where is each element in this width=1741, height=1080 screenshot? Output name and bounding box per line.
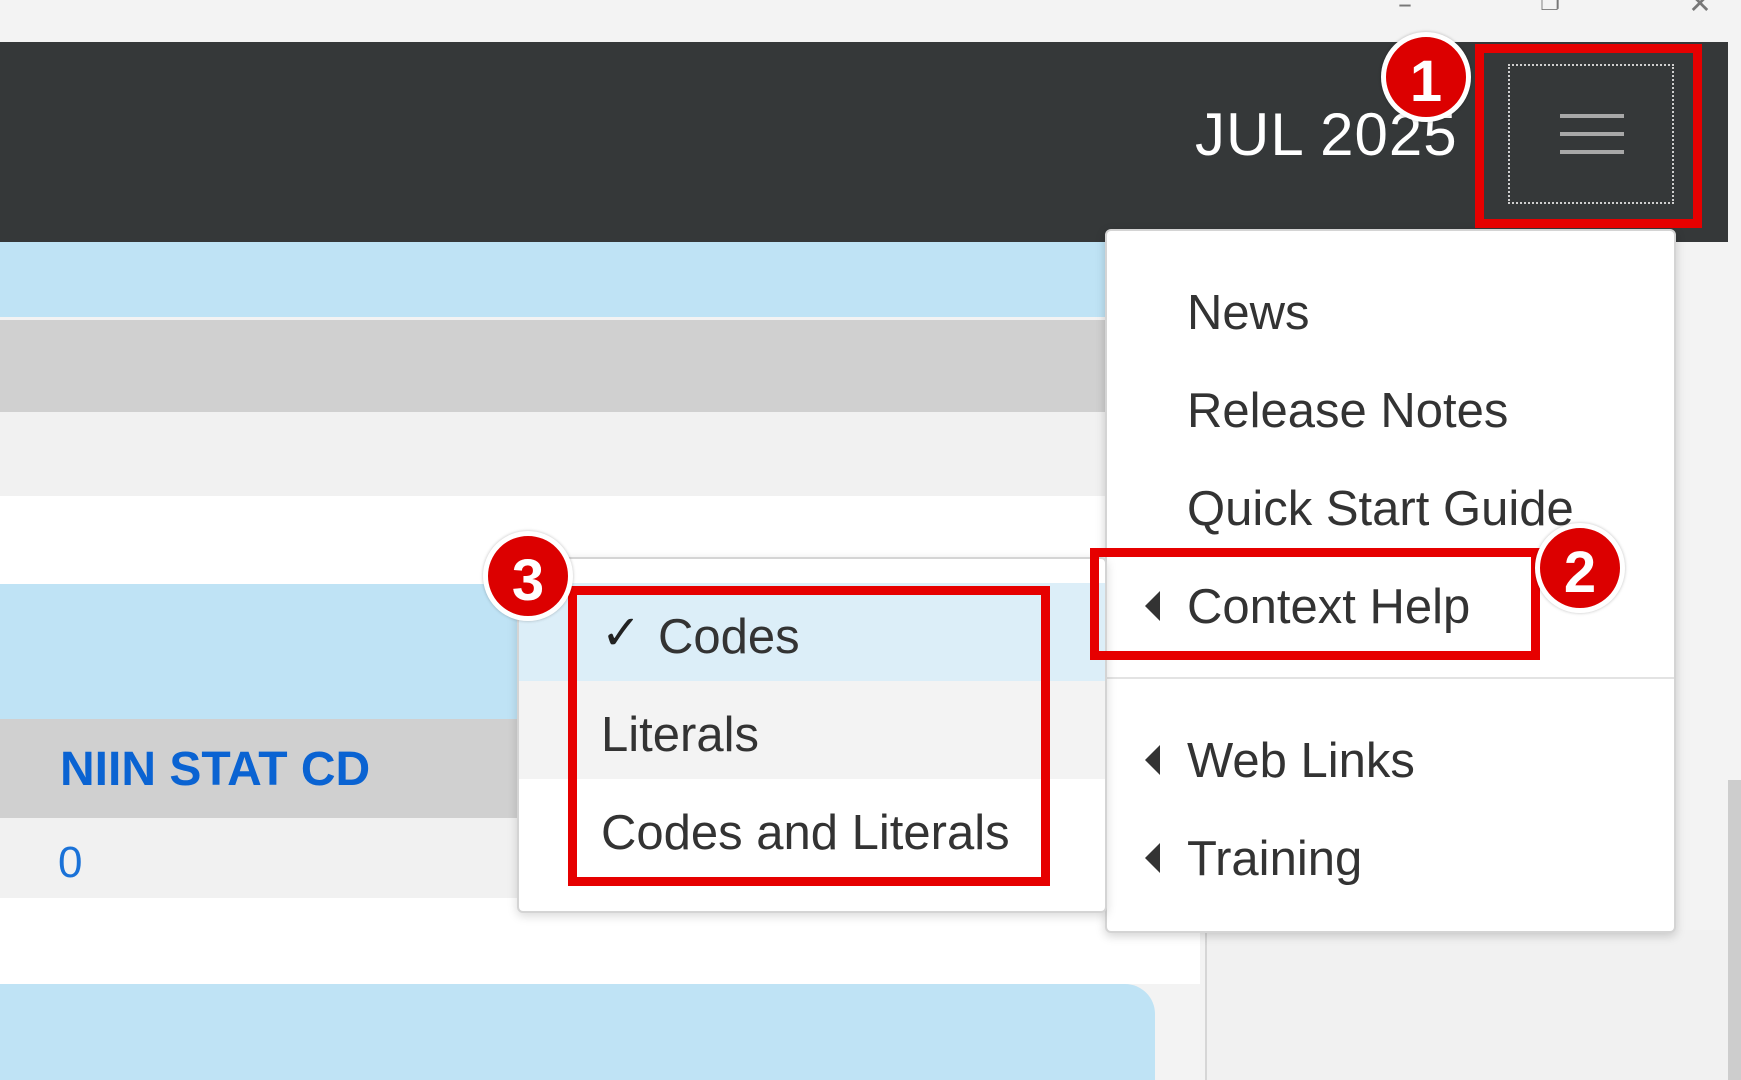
- restore-icon[interactable]: ❐: [1530, 0, 1570, 24]
- menu-item-quick-start-guide[interactable]: Quick Start Guide: [1187, 481, 1574, 537]
- annotation-badge-1: 1: [1381, 32, 1471, 122]
- annotation-badge-2: 2: [1535, 523, 1625, 613]
- right-panel: [1205, 930, 1741, 1080]
- section-subheader-band: [0, 320, 1105, 412]
- minimize-icon[interactable]: –: [1385, 0, 1425, 24]
- table-title-band: [0, 584, 545, 719]
- next-section-band: [0, 984, 1155, 1080]
- section-header-band: [0, 242, 1105, 317]
- menu-item-web-links[interactable]: Web Links: [1187, 733, 1415, 789]
- annotation-badge-3: 3: [483, 531, 573, 621]
- menu-item-release-notes[interactable]: Release Notes: [1187, 383, 1508, 439]
- window-titlebar: [0, 0, 1741, 42]
- vertical-scrollbar[interactable]: [1728, 780, 1741, 1080]
- annotation-box-3: [568, 586, 1050, 886]
- close-icon[interactable]: ✕: [1680, 0, 1720, 24]
- menu-divider: [1107, 677, 1674, 679]
- table-cell-value[interactable]: 0: [58, 838, 82, 888]
- column-header-niin-stat-cd[interactable]: NIIN STAT CD: [60, 742, 370, 797]
- caret-left-icon: [1145, 843, 1160, 873]
- annotation-box-2: [1090, 548, 1540, 660]
- section-band: [0, 412, 1105, 496]
- menu-item-training[interactable]: Training: [1187, 831, 1362, 887]
- menu-item-news[interactable]: News: [1187, 285, 1310, 341]
- annotation-box-1: [1475, 44, 1702, 228]
- caret-left-icon: [1145, 745, 1160, 775]
